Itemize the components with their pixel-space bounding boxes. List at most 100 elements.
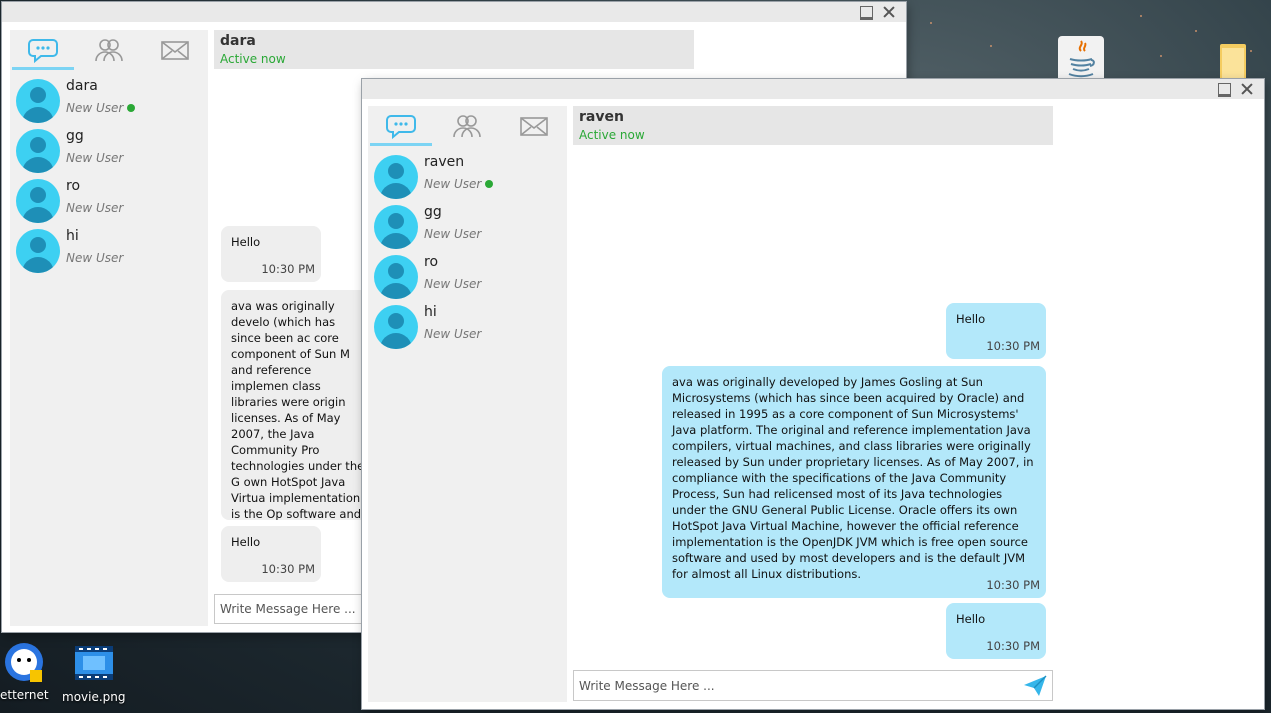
avatar: [374, 305, 418, 349]
online-dot: [127, 104, 136, 112]
user-status: New User: [66, 101, 136, 115]
star: [1160, 55, 1162, 57]
avatar: [16, 229, 60, 273]
user-name: hi: [66, 228, 79, 244]
message-bubble: ava was originally developed by James Go…: [662, 366, 1046, 598]
envelope-icon: [520, 117, 548, 136]
avatar: [374, 205, 418, 249]
user-name: hi: [424, 304, 437, 320]
tab-contacts[interactable]: [76, 30, 142, 70]
user-list-item[interactable]: hi New User: [368, 302, 567, 352]
message-time: 10:30 PM: [986, 639, 1040, 653]
internet-icon: [4, 640, 44, 684]
user-status: New User: [424, 177, 494, 191]
desktop-icon-java[interactable]: [1058, 36, 1104, 82]
tab-messages[interactable]: [501, 106, 567, 146]
tab-messages[interactable]: [142, 30, 208, 70]
star: [1250, 50, 1252, 52]
message-input[interactable]: [579, 671, 1009, 700]
user-list-item[interactable]: dara New User: [10, 76, 208, 126]
message-bubble: Hello 10:30 PM: [221, 226, 321, 282]
user-status: New User: [66, 201, 124, 215]
desktop-icon-folder[interactable]: [1218, 40, 1248, 82]
user-name: dara: [66, 78, 98, 94]
java-icon: [1058, 36, 1104, 82]
user-list-item[interactable]: ro New User: [368, 252, 567, 302]
online-dot: [485, 180, 494, 188]
chat-contact-name: dara: [220, 33, 256, 49]
desktop-icon-label: etternet: [0, 688, 49, 702]
minimize-button[interactable]: [857, 4, 875, 20]
user-name: ro: [66, 178, 81, 194]
tab-chats[interactable]: [10, 30, 76, 70]
close-button[interactable]: [880, 4, 898, 20]
chat-contact-status: Active now: [579, 128, 645, 142]
user-name: ro: [424, 254, 439, 270]
paper-plane-icon: [1024, 675, 1047, 696]
message-time: 10:30 PM: [986, 578, 1040, 592]
message-time: 10:30 PM: [261, 562, 315, 576]
user-list-item[interactable]: gg New User: [368, 202, 567, 252]
minimize-button[interactable]: [1215, 81, 1233, 97]
message-time: 10:30 PM: [261, 262, 315, 276]
star: [1140, 15, 1142, 17]
desktop-icon-internet[interactable]: etternet: [0, 640, 49, 702]
user-status: New User: [66, 151, 124, 165]
avatar: [16, 179, 60, 223]
chat-bubble-icon: [28, 39, 58, 64]
desktop-icon-label: movie.png: [62, 690, 126, 704]
sidebar-tabs: [10, 30, 208, 70]
desktop-icon-movie[interactable]: movie.png: [62, 640, 126, 704]
message-text: Hello: [231, 235, 261, 249]
sidebar: raven New User gg New User ro New User h…: [368, 106, 567, 702]
envelope-icon: [161, 41, 189, 60]
user-list-item[interactable]: ro New User: [10, 176, 208, 226]
user-list: raven New User gg New User ro New User h…: [368, 152, 567, 352]
user-list-item[interactable]: gg New User: [10, 126, 208, 176]
tab-chats[interactable]: [368, 106, 434, 146]
message-bubble: Hello 10:30 PM: [221, 526, 321, 582]
message-text: Hello: [956, 312, 986, 326]
user-name: gg: [66, 128, 84, 144]
message-text: Hello: [231, 535, 261, 549]
title-bar[interactable]: [2, 2, 906, 22]
message-text: ava was originally developed by James Go…: [672, 375, 1034, 581]
user-status: New User: [424, 227, 482, 241]
chat-header: dara Active now: [214, 30, 694, 69]
send-button[interactable]: [1022, 674, 1048, 698]
chat-contact-status: Active now: [220, 52, 286, 66]
user-status: New User: [424, 277, 482, 291]
chat-contact-name: raven: [579, 109, 624, 125]
chat-window-front: raven New User gg New User ro New User h…: [362, 79, 1264, 709]
user-list-item[interactable]: hi New User: [10, 226, 208, 276]
folder-icon: [1218, 40, 1248, 82]
star: [1195, 30, 1197, 32]
star: [990, 45, 992, 47]
chat-header: raven Active now: [573, 106, 1053, 145]
sidebar: dara New User gg New User ro New User hi…: [10, 30, 208, 626]
star: [930, 22, 932, 24]
title-bar[interactable]: [362, 79, 1264, 99]
message-text: ava was originally develo (which has sin…: [231, 299, 365, 520]
close-button[interactable]: [1238, 81, 1256, 97]
user-status: New User: [66, 251, 124, 265]
message-bubble: Hello 10:30 PM: [946, 603, 1046, 659]
tab-contacts[interactable]: [434, 106, 500, 146]
user-name: gg: [424, 204, 442, 220]
avatar: [374, 255, 418, 299]
users-icon: [95, 39, 123, 62]
sidebar-tabs: [368, 106, 567, 146]
message-text: Hello: [956, 612, 986, 626]
avatar: [374, 155, 418, 199]
avatar: [16, 79, 60, 123]
message-input-box: [573, 670, 1053, 701]
user-list-item[interactable]: raven New User: [368, 152, 567, 202]
message-bubble: Hello 10:30 PM: [946, 303, 1046, 359]
user-status: New User: [424, 327, 482, 341]
user-list: dara New User gg New User ro New User hi…: [10, 76, 208, 276]
film-icon: [71, 640, 117, 686]
users-icon: [453, 115, 482, 138]
message-time: 10:30 PM: [986, 339, 1040, 353]
chat-bubble-icon: [386, 115, 417, 140]
avatar: [16, 129, 60, 173]
